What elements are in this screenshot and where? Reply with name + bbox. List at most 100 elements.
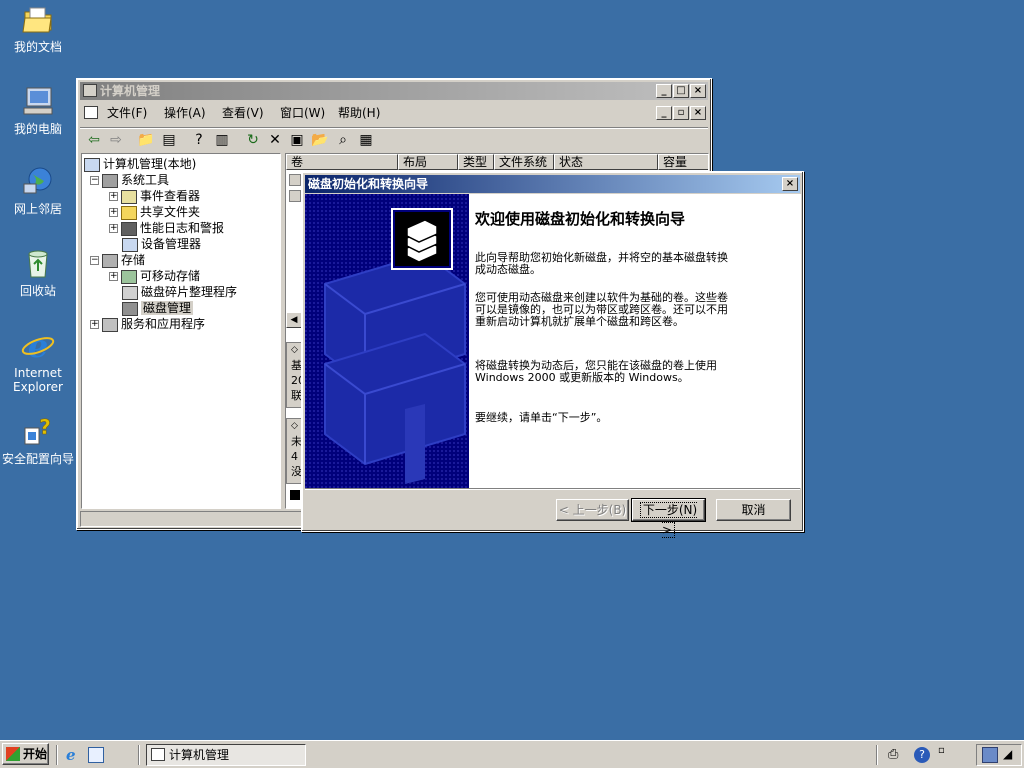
desktop-icon-internet-explorer[interactable]: e Internet Explorer (0, 327, 76, 394)
tree-item-perf-logs[interactable]: + 性能日志和警报 (109, 220, 224, 236)
tree-item-event-viewer[interactable]: + 事件查看器 (109, 188, 200, 204)
scroll-left-button[interactable]: ◀ (286, 312, 302, 328)
wizard-next-button[interactable]: 下一步(N) > (631, 498, 706, 538)
text-line: Windows 2000 或更新版本的 Windows。 (475, 371, 689, 384)
wizard-side-panel (305, 194, 469, 488)
tree-item-shared-folders[interactable]: + 共享文件夹 (109, 204, 200, 220)
close-button[interactable]: × (690, 84, 706, 98)
wizard-back-button[interactable]: < 上一步(B) (556, 499, 629, 521)
tree-item-label: 设备管理器 (141, 237, 202, 251)
disk-wizard-dialog[interactable]: 磁盘初始化和转换向导 × 欢迎使用磁盘初始化和转换向导 此向导帮助您初始化新磁盘… (301, 171, 804, 538)
expand-icon[interactable]: + (109, 224, 118, 233)
desktop-icon-recycle-bin[interactable]: 回收站 (0, 246, 76, 298)
search-icon[interactable]: ⌕ (333, 130, 353, 150)
menu-help[interactable]: 帮助(H) (338, 104, 380, 122)
tree-item-services-apps[interactable]: + 服务和应用程序 (90, 316, 205, 332)
column-header-type[interactable]: 类型 (458, 154, 494, 170)
show-desktop-icon[interactable]: ▫ (938, 745, 952, 763)
menu-action[interactable]: 操作(A) (164, 104, 206, 122)
tools-icon (102, 173, 118, 188)
toolbar: ⇦ ⇨ 📁 ▤ ? ▥ ↻ ✕ ▣ 📂 ⌕ ▦ (80, 127, 708, 151)
expand-icon[interactable]: + (90, 320, 99, 329)
properties-icon[interactable]: ▣ (287, 130, 307, 150)
tree-item-defrag[interactable]: 磁盘碎片整理程序 (122, 284, 237, 300)
taskbar: 开始 e 计算机管理 ⎙ ? ▫ ◢ (0, 740, 1024, 768)
column-header-filesystem[interactable]: 文件系统 (494, 154, 554, 170)
menu-view[interactable]: 查看(V) (222, 104, 264, 122)
wizard-cancel-button[interactable]: 取消 (716, 499, 791, 521)
child-minimize-button[interactable]: _ (656, 106, 672, 120)
tree-item-storage[interactable]: − 存储 (90, 252, 145, 268)
defrag-icon (122, 285, 138, 300)
taskbar-divider (876, 745, 878, 765)
quick-launch-divider (56, 745, 58, 765)
desktop-icon-my-documents[interactable]: 我的文档 (0, 2, 76, 54)
desktop-icon-label: 安全配置向导 (1, 452, 74, 466)
wizard-dynamic-disk-paragraph: 您可使用动态磁盘来创建以软件为基础的卷。这些卷 可以是镜像的，也可以为带区或跨区… (475, 292, 728, 328)
tree-item-removable-storage[interactable]: + 可移动存储 (109, 268, 200, 284)
quick-launch-divider (138, 745, 140, 765)
svg-text:e: e (28, 328, 48, 362)
expand-icon[interactable]: + (109, 192, 118, 201)
child-close-button[interactable]: × (690, 106, 706, 120)
title-bar[interactable]: 计算机管理 _ □ × (80, 82, 708, 100)
tree-item-label: 系统工具 (121, 173, 170, 187)
recycle-bin-icon (21, 246, 55, 280)
up-folder-icon[interactable]: 📁 (136, 130, 156, 150)
performance-icon (121, 221, 137, 236)
desktop-icon-security-wizard[interactable]: ? 安全配置向导 (0, 414, 76, 466)
network-connection-icon[interactable] (982, 747, 998, 763)
volume-icon[interactable]: ◢ (1003, 747, 1019, 763)
expand-icon[interactable]: + (109, 272, 118, 281)
taskbar-button-computer-management[interactable]: 计算机管理 (146, 744, 306, 766)
menu-window[interactable]: 窗口(W) (280, 104, 325, 122)
text-line: 成动态磁盘。 (475, 263, 541, 276)
delete-icon[interactable]: ✕ (265, 130, 285, 150)
system-tray: ◢ (976, 744, 1022, 766)
refresh-icon[interactable]: ↻ (243, 130, 263, 150)
my-documents-icon (21, 2, 55, 36)
desktop-icon-label: 网上邻居 (13, 202, 62, 216)
desktop-icon-label: 我的文档 (13, 40, 62, 54)
quick-launch-ie-icon[interactable]: e (66, 747, 82, 763)
show-hide-tree-icon[interactable]: ▤ (159, 130, 179, 150)
tree-item-root[interactable]: 计算机管理(本地) (84, 156, 196, 172)
panel-icon[interactable]: ▥ (212, 130, 232, 150)
column-header-capacity[interactable]: 容量 (658, 154, 708, 170)
format-icon[interactable]: ▦ (356, 130, 376, 150)
event-viewer-icon (121, 189, 137, 204)
expand-icon[interactable]: + (109, 208, 118, 217)
wizard-close-button[interactable]: × (782, 177, 798, 191)
help-circle-icon[interactable]: ? (914, 747, 930, 763)
tree-item-label: 性能日志和警报 (140, 221, 225, 235)
collapse-icon[interactable]: − (90, 256, 99, 265)
task-icon (151, 748, 165, 761)
windows-logo-icon (6, 747, 20, 761)
tree-item-device-manager[interactable]: 设备管理器 (122, 236, 201, 252)
column-header-layout[interactable]: 布局 (398, 154, 458, 170)
column-header-volume[interactable]: 卷 (286, 154, 398, 170)
desktop-icon-network[interactable]: 网上邻居 (0, 164, 76, 216)
tree-item-label: 计算机管理(本地) (103, 157, 197, 171)
menu-file[interactable]: 文件(F) (107, 104, 147, 122)
start-button[interactable]: 开始 (2, 743, 49, 765)
open-folder-icon[interactable]: 📂 (310, 130, 330, 150)
stacked-disks-icon (395, 212, 449, 266)
minimize-button[interactable]: _ (656, 84, 672, 98)
desktop-icon-label: 我的电脑 (13, 122, 62, 136)
child-restore-button[interactable]: ▫ (673, 106, 689, 120)
wizard-title-bar[interactable]: 磁盘初始化和转换向导 × (305, 175, 800, 193)
help-icon[interactable]: ? (189, 130, 209, 150)
forward-arrow-icon[interactable]: ⇨ (106, 130, 126, 150)
desktop-icon-my-computer[interactable]: 我的电脑 (0, 84, 76, 136)
maximize-button[interactable]: □ (673, 84, 689, 98)
tree-item-disk-management[interactable]: 磁盘管理 (122, 300, 194, 316)
tree-item-system-tools[interactable]: − 系统工具 (90, 172, 169, 188)
quick-launch-explorer-icon[interactable] (88, 747, 104, 763)
back-arrow-icon[interactable]: ⇦ (84, 130, 104, 150)
network-icon (21, 164, 55, 198)
console-tree[interactable]: 计算机管理(本地) − 系统工具 + 事件查看器 + 共享文件夹 + 性能日志和警报 设… (81, 153, 281, 509)
collapse-icon[interactable]: − (90, 176, 99, 185)
printer-icon[interactable]: ⎙ (888, 747, 904, 763)
column-header-status[interactable]: 状态 (554, 154, 658, 170)
